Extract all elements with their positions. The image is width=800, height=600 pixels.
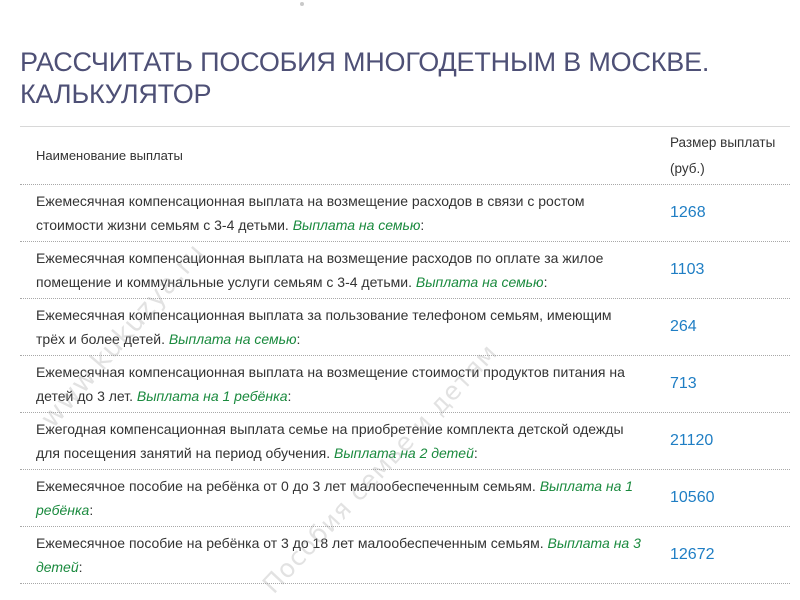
benefits-table: Наименование выплаты Размер выплаты (руб… bbox=[20, 126, 790, 584]
benefit-name: Ежегодная компенсационная выплата семье … bbox=[20, 417, 654, 465]
page-title: РАССЧИТАТЬ ПОСОБИЯ МНОГОДЕТНЫМ В МОСКВЕ.… bbox=[20, 47, 710, 109]
benefit-name: Ежемесячное пособие на ребёнка от 3 до 1… bbox=[20, 531, 654, 579]
benefit-description: Ежемесячное пособие на ребёнка от 0 до 3… bbox=[36, 478, 536, 494]
benefit-description: Ежемесячная компенсационная выплата на в… bbox=[36, 364, 625, 404]
payee-label: Выплата на семью bbox=[168, 331, 297, 347]
payee-label: Выплата на 2 детей bbox=[334, 445, 474, 461]
table-row: Ежемесячная компенсационная выплата за п… bbox=[20, 299, 790, 356]
header-value: Размер выплаты (руб.) bbox=[670, 134, 776, 176]
table-body: Ежемесячная компенсационная выплата на в… bbox=[20, 185, 790, 584]
benefit-name: Ежемесячная компенсационная выплата на в… bbox=[20, 360, 654, 408]
benefit-name: Ежемесячная компенсационная выплата за п… bbox=[20, 303, 654, 351]
benefit-description: Ежемесячное пособие на ребёнка от 3 до 1… bbox=[36, 535, 544, 551]
benefit-amount: 713 bbox=[670, 375, 697, 392]
table-header-row: Наименование выплаты Размер выплаты (руб… bbox=[20, 127, 790, 185]
table-row: Ежемесячная компенсационная выплата на в… bbox=[20, 185, 790, 242]
benefit-description: Ежегодная компенсационная выплата семье … bbox=[36, 421, 624, 461]
payee-suffix: : bbox=[543, 274, 548, 290]
table-row: Ежегодная компенсационная выплата семье … bbox=[20, 413, 790, 470]
payee-suffix: : bbox=[89, 502, 94, 518]
payee-label: Выплата на 1 ребёнка bbox=[136, 388, 288, 404]
payee-suffix: : bbox=[473, 445, 478, 461]
payee-suffix: : bbox=[287, 388, 292, 404]
benefit-description: Ежемесячная компенсационная выплата за п… bbox=[36, 307, 612, 347]
benefit-amount: 10560 bbox=[670, 489, 715, 506]
top-dot bbox=[300, 2, 304, 6]
benefit-amount: 21120 bbox=[670, 432, 714, 449]
benefit-amount: 1103 bbox=[670, 261, 705, 278]
benefit-amount: 1268 bbox=[670, 204, 706, 221]
payee-suffix: : bbox=[420, 217, 425, 233]
payee-suffix: : bbox=[78, 559, 83, 575]
header-name: Наименование выплаты bbox=[36, 147, 183, 163]
table-row: Ежемесячная компенсационная выплата на в… bbox=[20, 242, 790, 299]
benefit-amount: 12672 bbox=[670, 546, 715, 563]
benefit-name: Ежемесячная компенсационная выплата на в… bbox=[20, 189, 654, 237]
benefit-amount: 264 bbox=[670, 318, 697, 335]
table-row: Ежемесячная компенсационная выплата на в… bbox=[20, 356, 790, 413]
payee-label: Выплата на семью bbox=[292, 217, 421, 233]
table-row: Ежемесячное пособие на ребёнка от 0 до 3… bbox=[20, 470, 790, 527]
payee-suffix: : bbox=[296, 331, 301, 347]
benefit-name: Ежемесячное пособие на ребёнка от 0 до 3… bbox=[20, 474, 654, 522]
payee-label: Выплата на семью bbox=[415, 274, 544, 290]
table-row: Ежемесячное пособие на ребёнка от 3 до 1… bbox=[20, 527, 790, 584]
page: РАССЧИТАТЬ ПОСОБИЯ МНОГОДЕТНЫМ В МОСКВЕ.… bbox=[0, 0, 800, 600]
benefit-name: Ежемесячная компенсационная выплата на в… bbox=[20, 246, 654, 294]
